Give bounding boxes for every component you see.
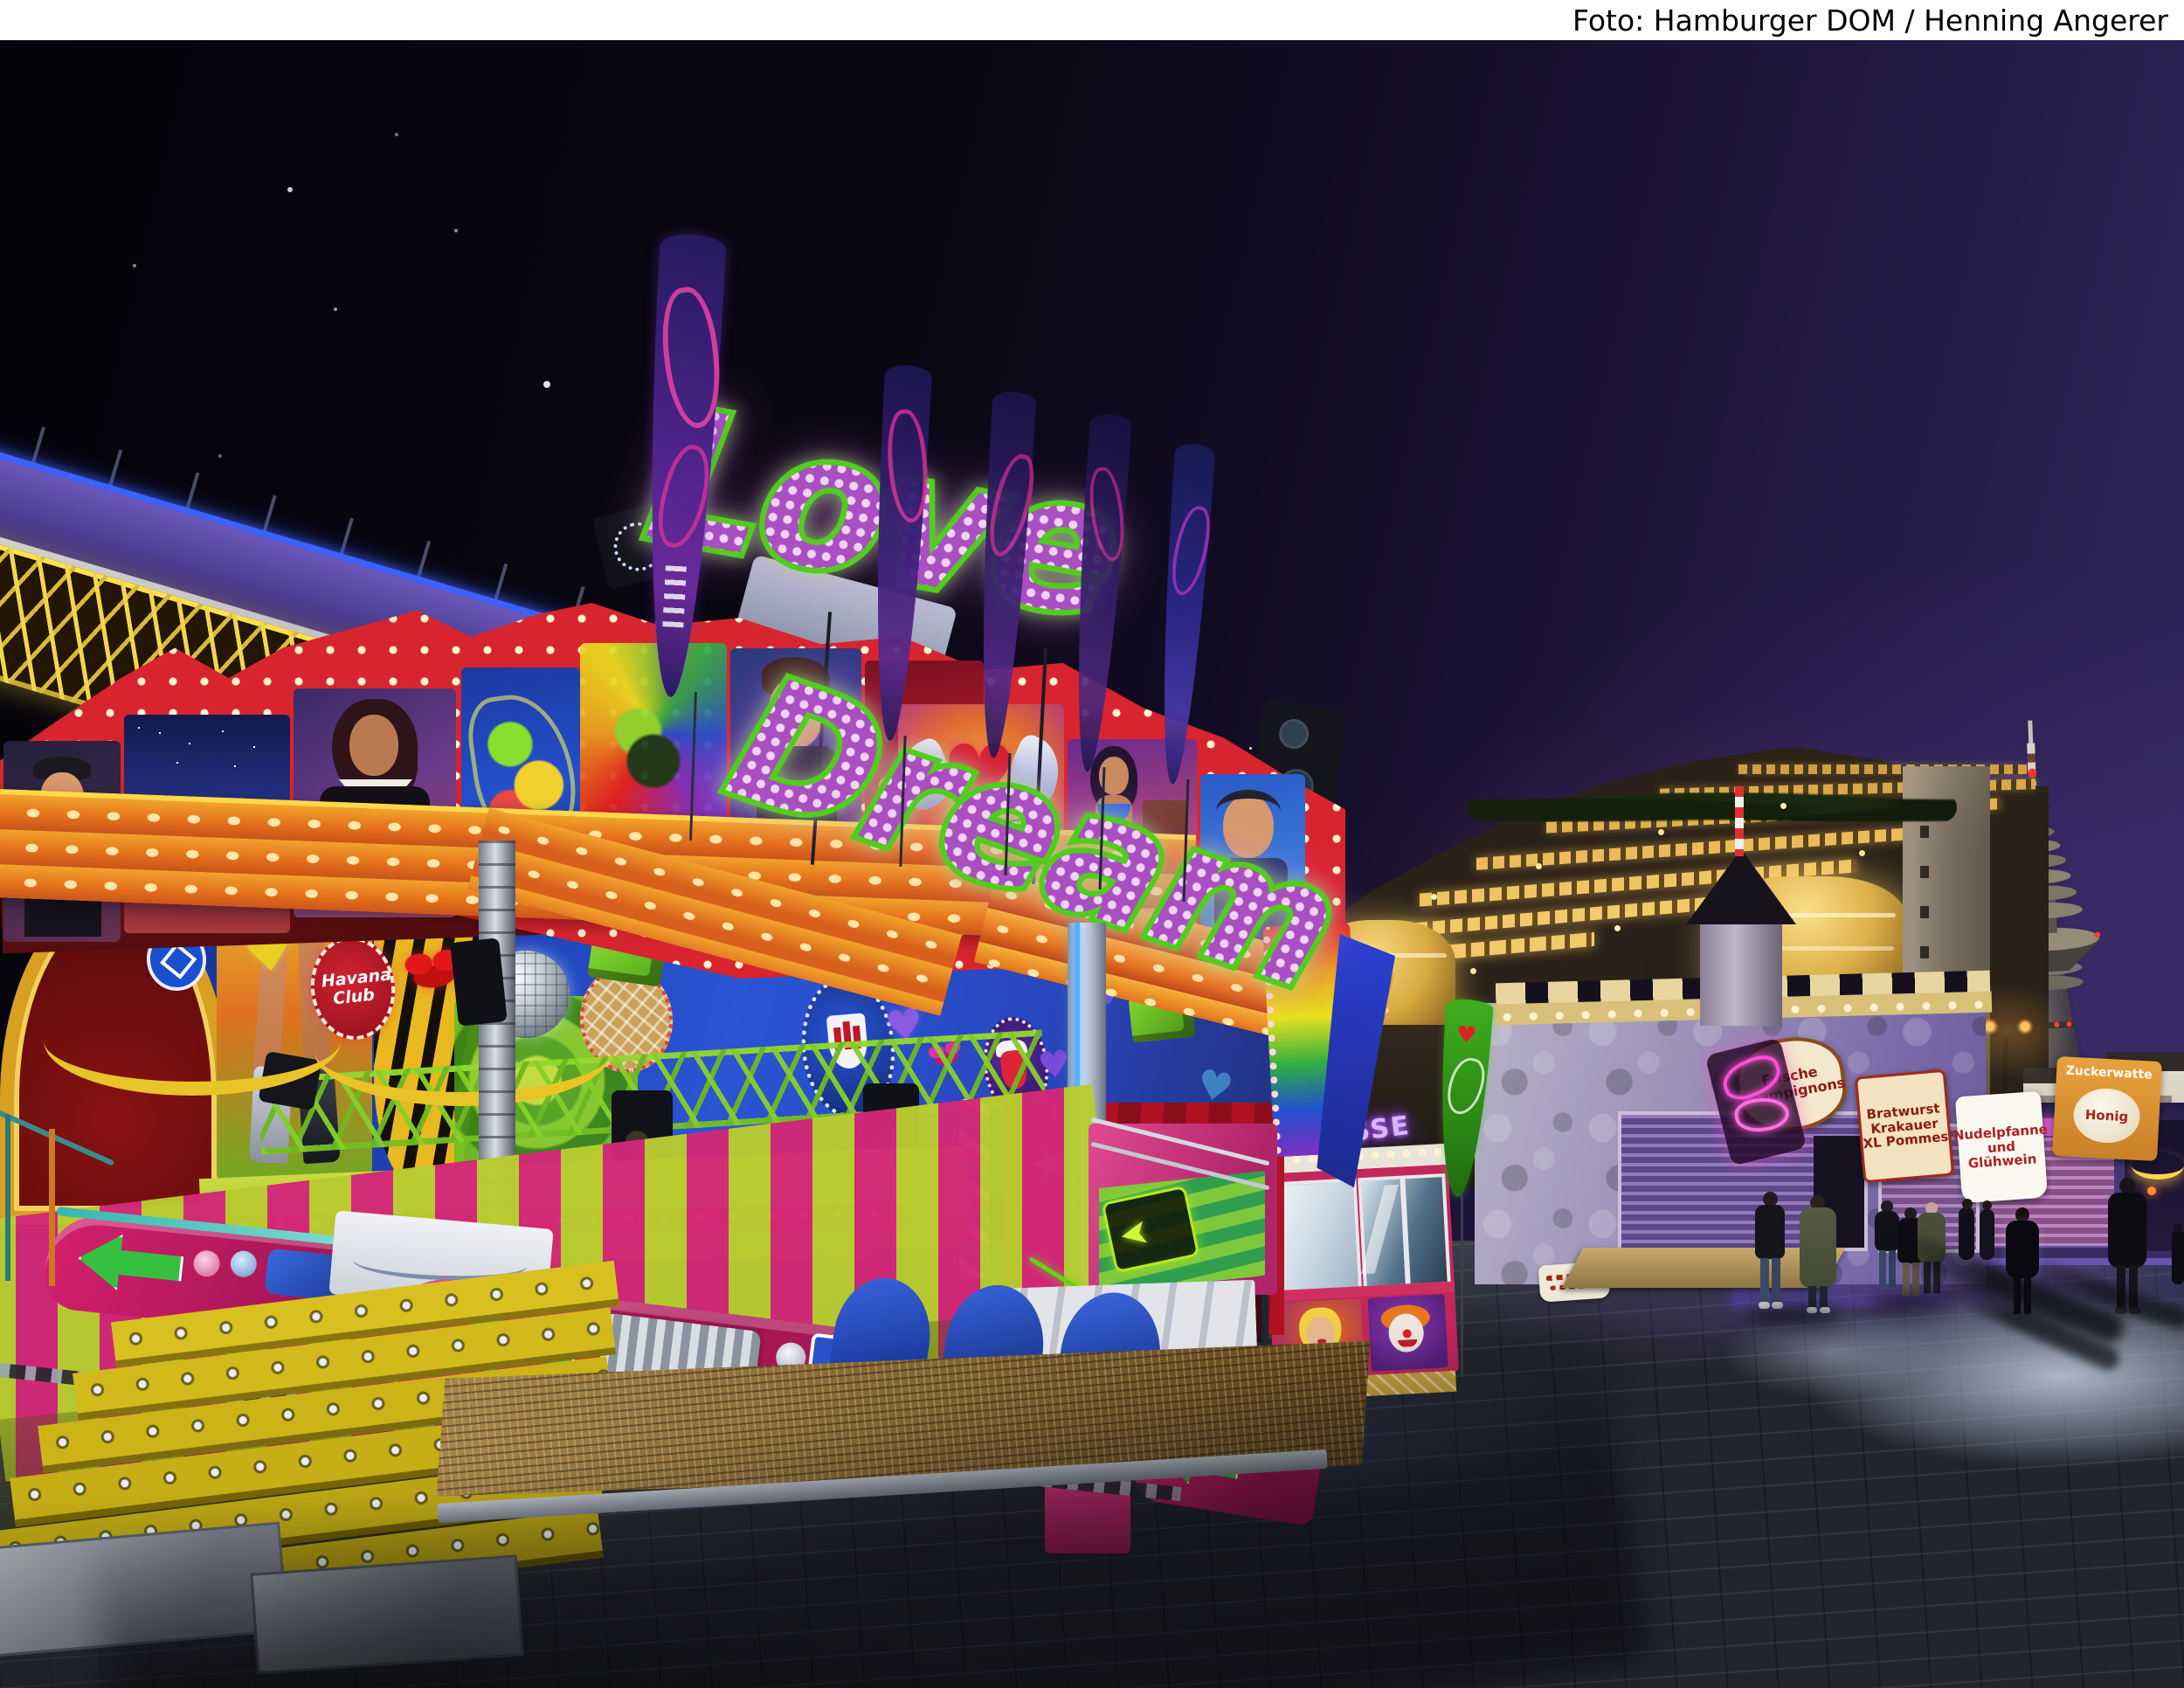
neon-squiggle [1732,1095,1791,1135]
person-shadow [1747,1307,1843,1326]
bottom-left-vignette [0,1485,1048,1688]
banner-nudelpfanne: Nudelpfanne und Glühwein [1955,1091,2048,1204]
hsv-inner-diamond [160,943,197,979]
banner-honig-text: Honig [2054,1105,2160,1126]
window-mullion [1400,1179,1410,1283]
roof-plants [1468,792,1957,822]
booth-window-left [1272,1178,1362,1294]
stall-turret-body [1700,910,1782,1026]
banner-bratwurst-text: Bratwurst Krakauer XL Pommes [1860,1101,1949,1152]
pedestrian [1751,1192,1789,1314]
flag-white-dashes [662,565,687,627]
garland-arch [44,986,341,1096]
flag-squiggle [1443,1055,1489,1118]
heart-icon: ♥ [1455,1023,1477,1048]
havana-club-text: Havana Club [321,967,385,1009]
mast-spotlight-cluster [450,937,508,1026]
banner-zuckerwatte: Zuckerwatte Honig [2052,1056,2162,1161]
arrow-glyph: ➤ [1116,1211,1152,1256]
pedestrian-olive-coat [1796,1195,1840,1316]
teal-railing-post [49,1129,55,1286]
neon-squiggle [1717,1049,1787,1105]
banner-nudelpfanne-text: Nudelpfanne und Glühwein [1952,1122,2049,1173]
painted-face [349,715,398,776]
booth-window-right [1358,1173,1451,1290]
banner-zuckerwatte-text: Zuckerwatte [2056,1063,2162,1083]
photo-credit-bar: Foto: Hamburger DOM / Henning Angerer [0,0,2184,40]
stair-railing [1091,1117,1270,1166]
hamburger-dom-night-photo: Frische Champignons Bratwurst Krakauer X… [0,0,2184,1688]
teal-railing-post [5,1115,10,1281]
scene-stars [138,727,140,729]
photo-credit-text: Foto: Hamburger DOM / Henning Angerer [1572,3,2168,38]
banner-bratwurst: Bratwurst Krakauer XL Pommes [1855,1069,1954,1184]
pedestrian-edge [2172,1223,2184,1302]
turret-striped-pole [1735,786,1744,856]
window-reflection [1361,1185,1399,1274]
stall-turret-roof [1686,849,1796,924]
